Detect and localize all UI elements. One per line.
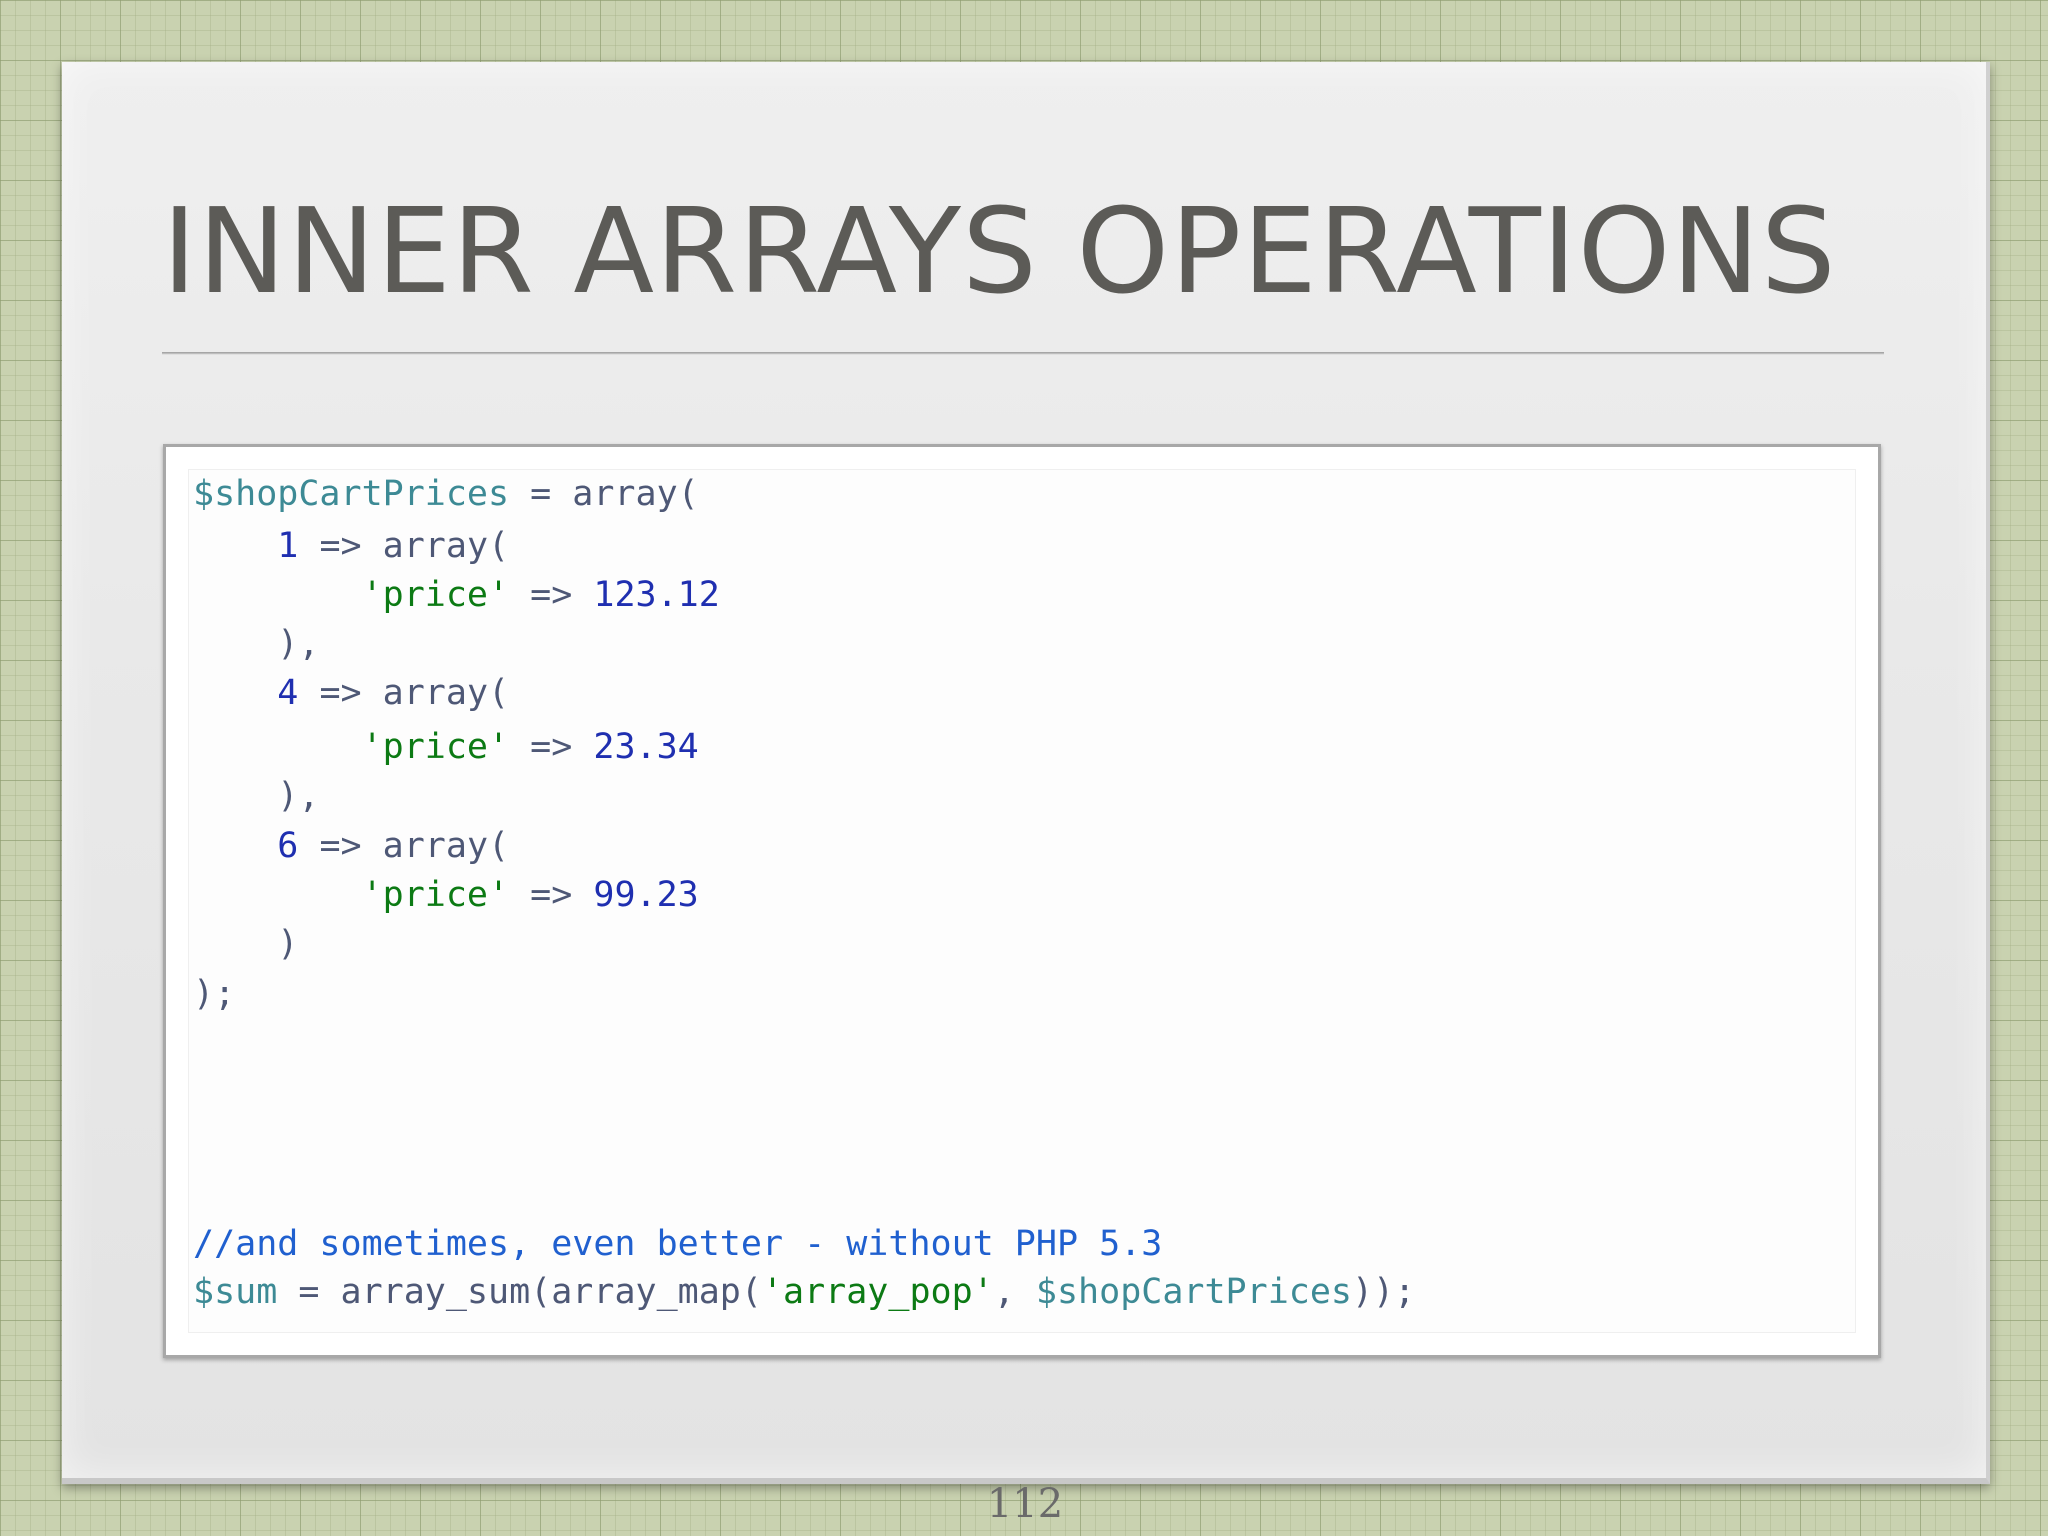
code-token: 4 — [277, 673, 299, 713]
code-line: 'price' => 23.34 — [193, 723, 699, 771]
code-line: 'price' => 123.12 — [193, 571, 720, 619]
title-divider — [162, 352, 1884, 355]
code-token: => array( — [298, 673, 510, 713]
code-token: ), — [193, 776, 320, 816]
code-token: 99.23 — [593, 875, 699, 915]
code-token: ), — [193, 624, 320, 664]
code-line: 6 => array( — [193, 822, 509, 870]
code-token: 23.34 — [593, 727, 699, 767]
code-token: ) — [193, 924, 299, 964]
page-number: 112 — [986, 1481, 1064, 1527]
code-token: 'price' — [361, 575, 510, 615]
code-token: 'price' — [361, 875, 510, 915]
code-line: $sum = array_sum(array_map('array_pop', … — [193, 1268, 1415, 1316]
code-token: 'array_pop' — [761, 1272, 994, 1312]
code-block: $shopCartPrices = array( 1 => array( 'pr… — [163, 444, 1881, 1358]
code-token: $shopCartPrices — [193, 474, 510, 514]
code-token: ); — [193, 974, 236, 1014]
code-token: )); — [1351, 1272, 1416, 1312]
code-token: 6 — [277, 826, 299, 866]
code-token: => — [509, 727, 594, 767]
code-area: $shopCartPrices = array( 1 => array( 'pr… — [188, 469, 1856, 1333]
code-line: ), — [193, 620, 319, 668]
code-line: ) — [193, 920, 298, 968]
code-line: ); — [193, 970, 235, 1018]
code-line: ), — [193, 772, 319, 820]
code-token: = array_sum(array_map( — [277, 1272, 762, 1312]
code-token: 1 — [277, 526, 299, 566]
code-token: $sum — [193, 1272, 278, 1312]
code-line: 1 => array( — [193, 522, 509, 570]
code-token: => — [509, 575, 594, 615]
code-token: => — [509, 875, 594, 915]
code-token: = array( — [509, 474, 699, 514]
code-line: 4 => array( — [193, 669, 509, 717]
code-token: => array( — [298, 826, 510, 866]
code-token: 'price' — [361, 727, 510, 767]
slide: INNER ARRAYS OPERATIONS $shopCartPrices … — [62, 62, 1990, 1484]
code-token: 123.12 — [593, 575, 720, 615]
code-token: => array( — [298, 526, 510, 566]
code-token: , — [993, 1272, 1036, 1312]
code-token: $shopCartPrices — [1035, 1272, 1352, 1312]
code-line: //and sometimes, even better - without P… — [193, 1220, 1162, 1268]
code-token: //and sometimes, even better - without P… — [193, 1224, 1163, 1264]
slide-title: INNER ARRAYS OPERATIONS — [162, 182, 1837, 320]
code-line: $shopCartPrices = array( — [193, 470, 699, 518]
code-line: 'price' => 99.23 — [193, 871, 699, 919]
